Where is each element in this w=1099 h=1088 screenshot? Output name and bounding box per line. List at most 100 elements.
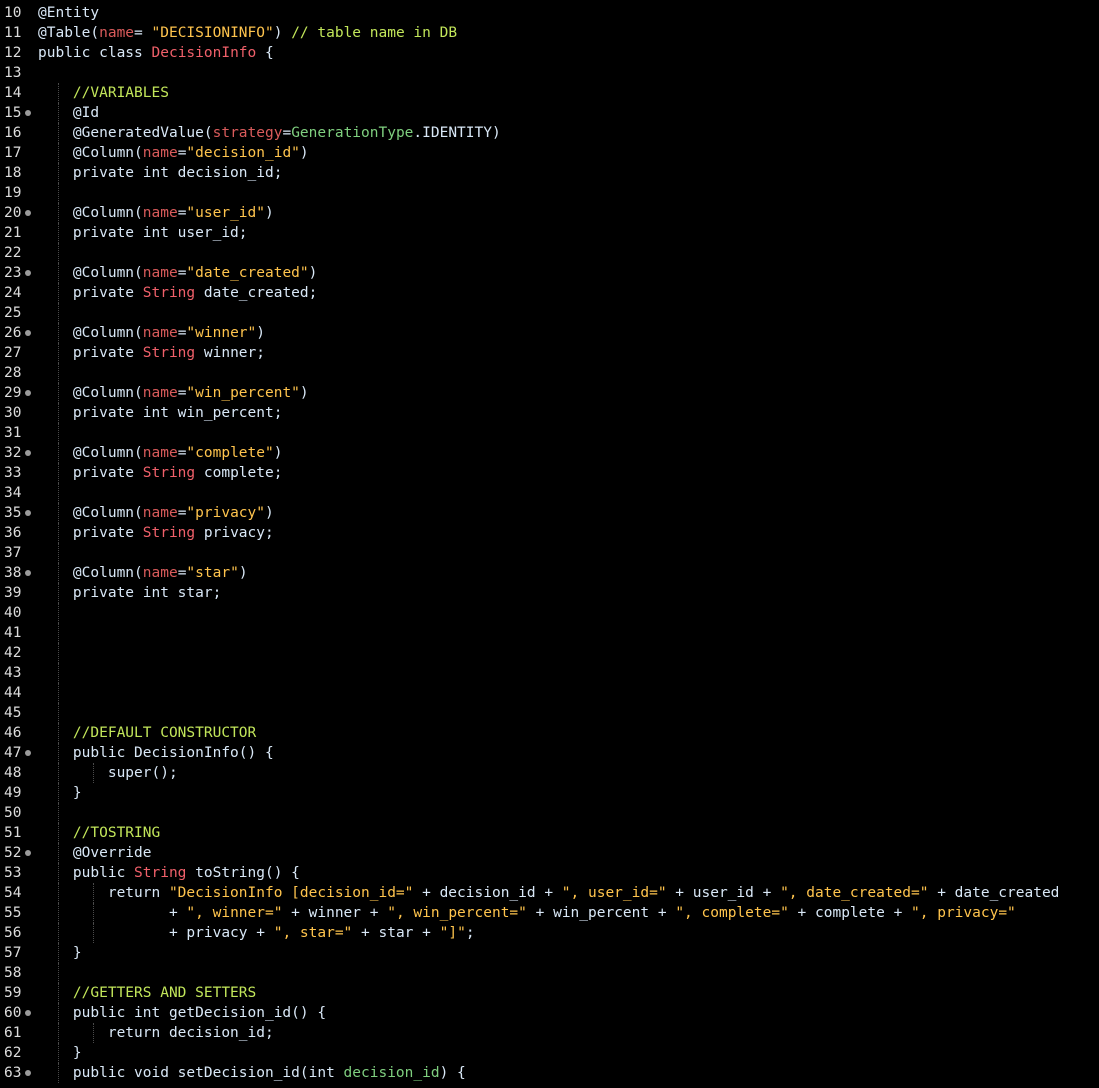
code-token: ) [308,265,318,281]
code-token: ) [299,385,309,401]
code-token: "user_id" [186,205,265,221]
code-line[interactable]: 63 public void setDecision_id(int decisi… [0,1063,1099,1083]
fold-collapse-icon[interactable] [25,390,31,396]
code-line[interactable]: 11 @Table(name= "DECISIONINFO") // table … [0,23,1099,43]
code-line[interactable]: 51 //TOSTRING [0,823,1099,843]
code-line[interactable]: 47 public DecisionInfo() { [0,743,1099,763]
code-line[interactable]: 35 @Column(name="privacy") [0,503,1099,523]
code-token: ; [465,925,475,941]
code-line[interactable]: 38 @Column(name="star") [0,563,1099,583]
code-token: //TOSTRING [72,825,161,841]
code-line[interactable]: 62 } [0,1043,1099,1063]
fold-collapse-icon[interactable] [25,450,31,456]
line-number: 53 [4,865,22,881]
code-editor[interactable]: 10 @Entity 11 @Table(name= "DECISIONINFO") … [0,0,1099,1088]
code-token: name [142,325,178,341]
fold-collapse-icon[interactable] [25,850,31,856]
code-line[interactable]: 23 @Column(name="date_created") [0,263,1099,283]
code-lines[interactable]: 10 @Entity 11 @Table(name= "DECISIONINFO") … [0,3,1099,1083]
code-token: + date_created [928,885,1060,901]
fold-collapse-icon[interactable] [25,750,31,756]
line-content: } [38,943,82,963]
code-line[interactable]: 40 [0,603,1099,623]
code-line[interactable]: 52 @Override [0,843,1099,863]
code-line[interactable]: 13 [0,63,1099,83]
code-line[interactable]: 17 @Column(name="decision_id") [0,143,1099,163]
code-line[interactable]: 28 [0,363,1099,383]
code-line[interactable]: 42 [0,643,1099,663]
code-token: + privacy + [168,925,274,941]
code-line[interactable]: 43 [0,663,1099,683]
code-line[interactable]: 26 @Column(name="winner") [0,323,1099,343]
code-line[interactable]: 15 @Id [0,103,1099,123]
code-token: public int getDecision_id() { [72,1005,327,1021]
code-line[interactable]: 53 public String toString() { [0,863,1099,883]
code-line[interactable]: 14 //VARIABLES [0,83,1099,103]
line-number: 28 [4,365,22,381]
line-number: 54 [4,885,22,901]
fold-collapse-icon[interactable] [25,510,31,516]
line-number: 14 [4,85,22,101]
code-token: "privacy" [186,505,265,521]
code-line[interactable]: 58 [0,963,1099,983]
code-line[interactable]: 19 [0,183,1099,203]
code-line[interactable]: 37 [0,543,1099,563]
code-line[interactable]: 27 private String winner; [0,343,1099,363]
fold-collapse-icon[interactable] [25,1010,31,1016]
fold-collapse-icon[interactable] [25,570,31,576]
code-line[interactable]: 30 private int win_percent; [0,403,1099,423]
code-line[interactable]: 55 + ", winner=" + winner + ", win_perce… [0,903,1099,923]
line-content: return "DecisionInfo [decision_id=" + de… [38,883,1060,903]
code-line[interactable]: 46 //DEFAULT CONSTRUCTOR [0,723,1099,743]
fold-collapse-icon[interactable] [25,270,31,276]
code-line[interactable]: 24 private String date_created; [0,283,1099,303]
code-line[interactable]: 45 [0,703,1099,723]
code-line[interactable]: 34 [0,483,1099,503]
code-line[interactable]: 50 [0,803,1099,823]
code-token: "DECISIONINFO" [151,25,274,41]
code-line[interactable]: 57 } [0,943,1099,963]
code-line[interactable]: 25 [0,303,1099,323]
line-number: 58 [4,965,22,981]
code-token: DecisionInfo [151,45,257,61]
line-content: @Column(name="winner") [38,323,265,343]
code-line[interactable]: 21 private int user_id; [0,223,1099,243]
line-number: 22 [4,245,22,261]
code-line[interactable]: 60 public int getDecision_id() { [0,1003,1099,1023]
code-line[interactable]: 32 @Column(name="complete") [0,443,1099,463]
code-line[interactable]: 29 @Column(name="win_percent") [0,383,1099,403]
line-content [38,183,73,203]
fold-collapse-icon[interactable] [25,1070,31,1076]
code-line[interactable]: 12 public class DecisionInfo { [0,43,1099,63]
code-token: ", star=" [273,925,353,941]
code-line[interactable]: 61 return decision_id; [0,1023,1099,1043]
code-line[interactable]: 54 return "DecisionInfo [decision_id=" +… [0,883,1099,903]
code-line[interactable]: 41 [0,623,1099,643]
code-line[interactable]: 20 @Column(name="user_id") [0,203,1099,223]
code-token: .IDENTITY) [413,125,501,141]
code-line[interactable]: 31 [0,423,1099,443]
code-line[interactable]: 10 @Entity [0,3,1099,23]
line-content: private String winner; [38,343,265,363]
fold-collapse-icon[interactable] [25,110,31,116]
code-line[interactable]: 16 @GeneratedValue(strategy=GenerationTy… [0,123,1099,143]
code-line[interactable]: 36 private String privacy; [0,523,1099,543]
code-line[interactable]: 33 private String complete; [0,463,1099,483]
code-token: @Column( [72,445,143,461]
code-line[interactable]: 39 private int star; [0,583,1099,603]
code-line[interactable]: 44 [0,683,1099,703]
code-line[interactable]: 48 super(); [0,763,1099,783]
code-line[interactable]: 56 + privacy + ", star=" + star + "]"; [0,923,1099,943]
code-line[interactable]: 18 private int decision_id; [0,163,1099,183]
code-line[interactable]: 22 [0,243,1099,263]
line-number: 12 [4,45,22,61]
line-content: public void setDecision_id(int decision_… [38,1063,466,1083]
fold-collapse-icon[interactable] [25,330,31,336]
line-number: 18 [4,165,22,181]
code-line[interactable]: 59 //GETTERS AND SETTERS [0,983,1099,1003]
fold-collapse-icon[interactable] [25,210,31,216]
code-line[interactable]: 49 } [0,783,1099,803]
code-token: @Column( [72,505,143,521]
